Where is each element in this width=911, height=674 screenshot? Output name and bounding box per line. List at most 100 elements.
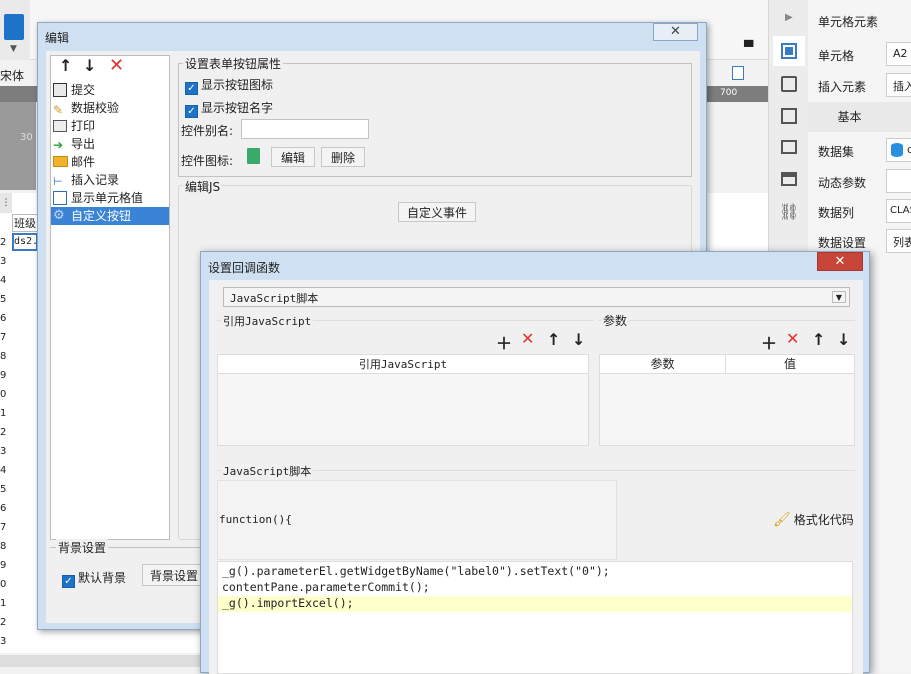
list-item-mail[interactable]: 邮件 — [51, 153, 169, 171]
list-item-custom-button[interactable]: ⚙ 自定义按钮 — [51, 207, 169, 225]
list-item-check[interactable]: ✎ 数据校验 — [51, 99, 169, 117]
row-number: 1 — [0, 598, 7, 609]
cell-element-icon[interactable] — [773, 36, 805, 66]
vertical-ruler-label: 30 — [20, 132, 33, 143]
alias-input[interactable] — [241, 119, 369, 139]
delete-icon[interactable]: ✕ — [109, 55, 124, 76]
datacol-label: 数据列 — [818, 206, 855, 220]
script-type-select[interactable]: JavaScript脚本 ▼ — [223, 287, 850, 307]
dataset-field[interactable]: d — [886, 138, 911, 162]
move-down-param-icon[interactable]: ↓ — [837, 330, 850, 349]
close-button[interactable]: ✕ — [817, 252, 863, 271]
action-list: ↑ ↓ ✕ 提交 ✎ 数据校验 打印 ➔ 导出 邮件 ⊢ 插入记录 显示单元格值 ⚙ 自… — [50, 55, 170, 540]
row-number: 3 — [0, 446, 7, 457]
value-column-header[interactable]: 值 — [726, 355, 854, 374]
list-item-insert-record[interactable]: ⊢ 插入记录 — [51, 171, 169, 189]
move-down-icon[interactable]: ↓ — [83, 56, 96, 75]
grid-cell-selected[interactable]: ds2. — [12, 233, 38, 251]
list-item-submit[interactable]: 提交 — [51, 81, 169, 99]
delete-ref-icon[interactable]: ✕ — [521, 329, 534, 348]
code-line: contentPane.parameterCommit(); — [222, 580, 430, 594]
list-item-label: 导出 — [71, 137, 96, 151]
database-icon — [891, 143, 903, 157]
export-icon: ➔ — [53, 138, 64, 152]
row-number: 9 — [0, 560, 7, 571]
format-code-button[interactable]: 🖌 格式化代码 — [773, 511, 854, 528]
format-code-label: 格式化代码 — [793, 513, 854, 527]
cell-field[interactable]: A2 — [886, 42, 911, 66]
checkbox-checked-icon: ✓ — [62, 575, 75, 588]
datacol-field[interactable]: CLAS — [886, 199, 911, 223]
condition-icon[interactable] — [781, 172, 797, 186]
cell-label: 单元格 — [818, 49, 855, 63]
move-up-ref-icon[interactable]: ↑ — [547, 330, 560, 349]
row-number: 6 — [0, 503, 7, 514]
param-group: 参数 — [599, 312, 855, 329]
row-number: 4 — [0, 465, 7, 476]
row-number: 0 — [0, 389, 7, 400]
list-item-cell-value[interactable]: 显示单元格值 — [51, 189, 169, 207]
bg-setting-button[interactable]: 背景设置 — [142, 564, 206, 586]
callback-dialog: 设置回调函数 ✕ JavaScript脚本 ▼ 引用JavaScript ＋ ✕… — [200, 251, 870, 674]
ref-js-group: 引用JavaScript — [217, 313, 594, 329]
app-logo-icon[interactable] — [4, 14, 24, 40]
param-column-header[interactable]: 参数 — [600, 355, 726, 374]
dataset-label: 数据集 — [818, 145, 855, 159]
dataset-setting-label: 数据设置 — [818, 236, 867, 250]
ruler-label: 700 — [720, 88, 738, 98]
row-number: 8 — [0, 541, 7, 552]
delete-param-icon[interactable]: ✕ — [786, 329, 799, 348]
show-icon-label: 显示按钮图标 — [201, 78, 274, 92]
move-up-param-icon[interactable]: ↑ — [812, 330, 825, 349]
horizontal-scrollbar[interactable] — [0, 655, 200, 667]
chevron-down-icon[interactable]: ▼ — [10, 44, 17, 54]
list-item-print[interactable]: 打印 — [51, 117, 169, 135]
list-item-label: 打印 — [71, 119, 96, 133]
grid-view-icon[interactable] — [732, 66, 744, 80]
grid-col-header[interactable]: 班级 — [12, 214, 38, 232]
custom-event-button[interactable]: 自定义事件 — [398, 202, 476, 222]
row-number: 5 — [0, 294, 7, 305]
ref-js-group-title: 引用JavaScript — [221, 313, 314, 329]
dataset-setting-field[interactable]: 列表 — [886, 229, 911, 253]
insert-field[interactable]: 插入 — [886, 73, 911, 97]
list-item-label: 显示单元格值 — [71, 191, 144, 205]
link-icon[interactable]: ⛓ — [779, 202, 799, 221]
list-item-export[interactable]: ➔ 导出 — [51, 135, 169, 153]
js-script-group: JavaScript脚本 — [217, 463, 855, 479]
cell-value-icon — [53, 191, 67, 205]
row-number: 2 — [0, 617, 7, 628]
delete-icon-button[interactable]: 删除 — [321, 147, 365, 167]
checkbox-checked-icon: ✓ — [185, 105, 198, 118]
row-number: 0 — [0, 579, 7, 590]
print-icon — [53, 120, 67, 132]
mail-icon — [53, 156, 68, 167]
pin-icon[interactable]: ▀ — [744, 40, 753, 54]
dialog-body: JavaScript脚本 ▼ 引用JavaScript ＋ ✕ ↑ ↓ 引用Ja… — [209, 280, 863, 674]
code-line: _g().parameterEl.getWidgetByName("label0… — [222, 564, 610, 578]
dynparam-field[interactable] — [886, 169, 911, 193]
show-icon-checkbox[interactable]: ✓ 显示按钮图标 — [185, 76, 273, 95]
move-up-icon[interactable]: ↑ — [59, 56, 72, 75]
default-bg-checkbox[interactable]: ✓ 默认背景 — [62, 569, 126, 588]
close-button[interactable]: ✕ — [653, 23, 698, 41]
collapse-arrow-icon[interactable]: ▶ — [785, 12, 793, 23]
js-group-title: 编辑JS — [183, 178, 223, 195]
show-name-checkbox[interactable]: ✓ 显示按钮名字 — [185, 99, 273, 118]
move-down-ref-icon[interactable]: ↓ — [572, 330, 585, 349]
row-number: 7 — [0, 522, 7, 533]
edit-icon-button[interactable]: 编辑 — [271, 147, 315, 167]
add-ref-icon[interactable]: ＋ — [496, 330, 512, 354]
font-name-label[interactable]: 宋体 — [0, 67, 24, 84]
cell-attr-icon[interactable] — [781, 76, 797, 92]
function-label: function(){ — [219, 513, 292, 526]
layout-icon[interactable] — [781, 108, 797, 124]
list-item-label: 插入记录 — [71, 173, 120, 187]
ref-js-table: 引用JavaScript — [217, 354, 589, 446]
add-param-icon[interactable]: ＋ — [761, 330, 777, 354]
code-editor[interactable]: _g().parameterEl.getWidgetByName("label0… — [217, 561, 853, 674]
widget-icon[interactable] — [781, 140, 797, 154]
ref-js-column-header[interactable]: 引用JavaScript — [218, 355, 588, 374]
dialog-title: 编辑 — [45, 31, 70, 45]
function-header-area: function(){ — [217, 480, 617, 560]
